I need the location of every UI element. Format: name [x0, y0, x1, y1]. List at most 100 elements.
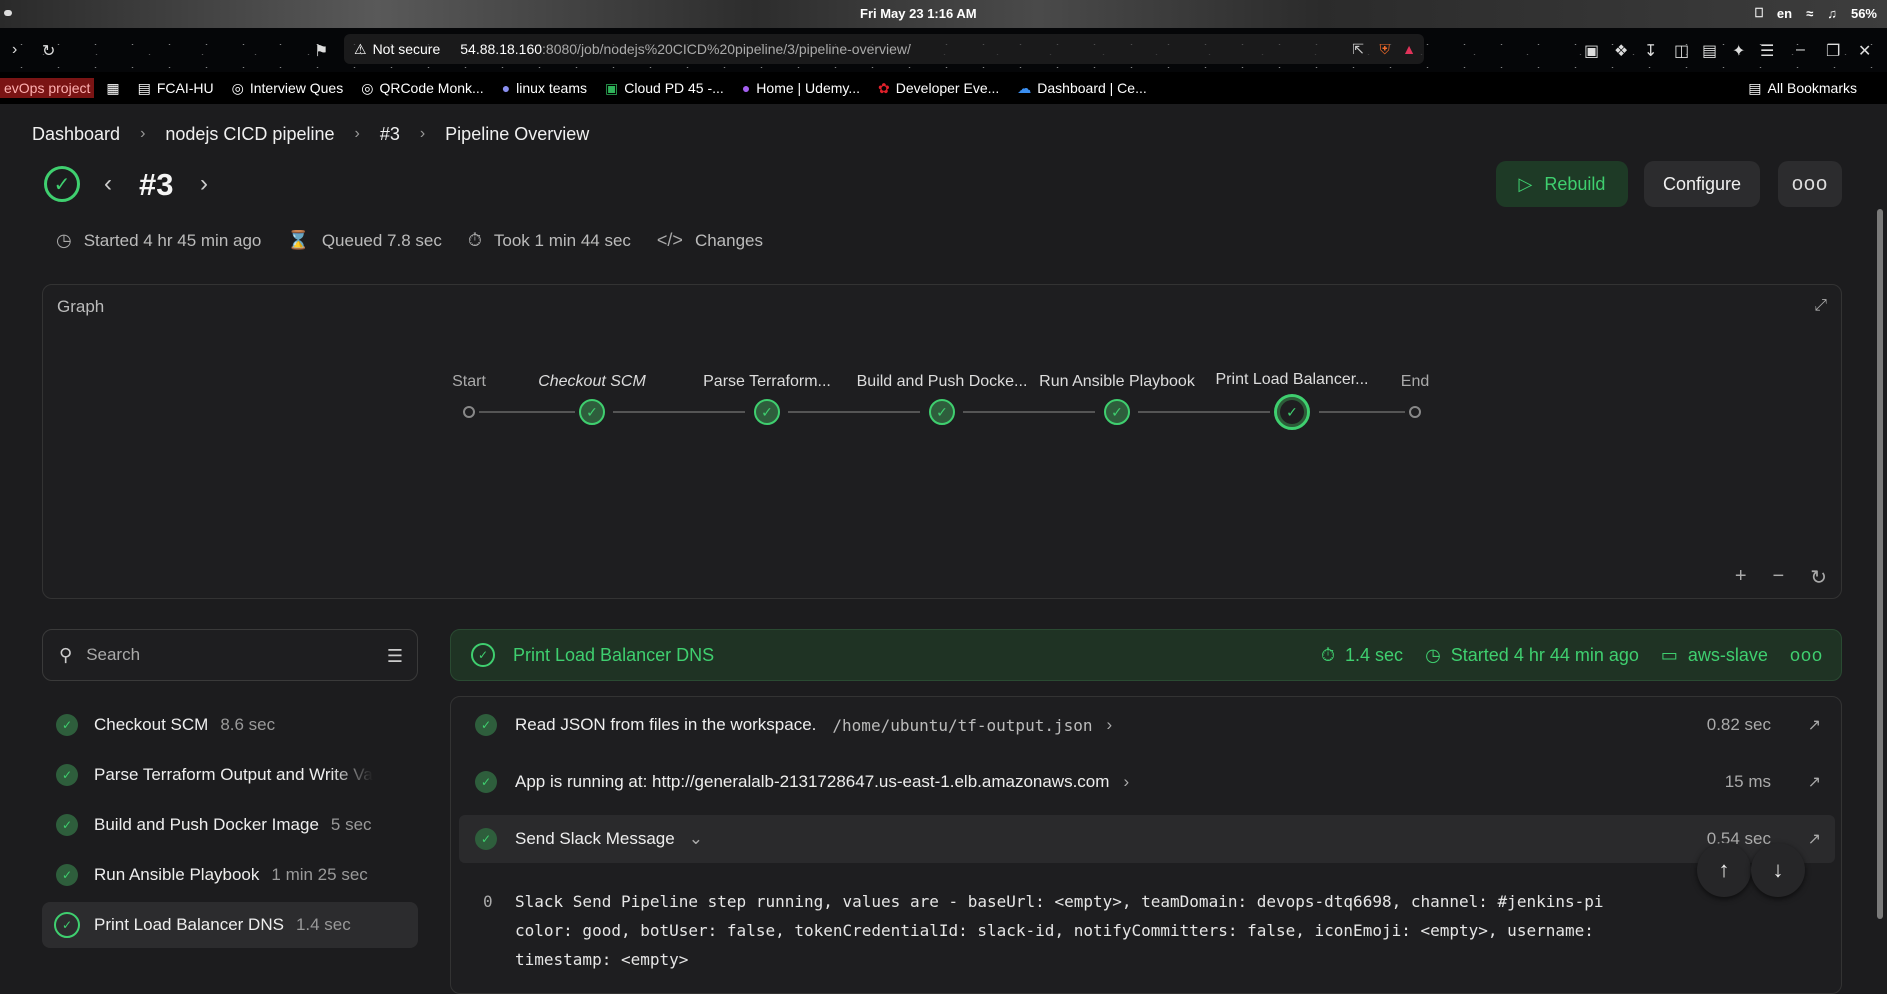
all-bookmarks[interactable]: ▤ All Bookmarks [1748, 80, 1857, 97]
graph-controls: + − ↻ [1735, 565, 1827, 590]
stage-list-item-selected[interactable]: ✓ Print Load Balancer DNS 1.4 sec [42, 902, 418, 948]
code-icon: </> [656, 230, 683, 250]
external-link-icon[interactable]: ↗ [1808, 772, 1821, 792]
not-secure-label[interactable]: Not secure [373, 41, 441, 57]
step-row[interactable]: ✓ Read JSON from files in the workspace.… [459, 701, 1835, 749]
share-icon[interactable]: ⇱ [1352, 41, 1364, 58]
activities-icon[interactable] [4, 10, 12, 16]
stage-detail-title: Print Load Balancer DNS [513, 644, 715, 665]
zoom-in-icon[interactable]: + [1735, 565, 1747, 590]
filter-icon[interactable]: ☰ [387, 646, 403, 667]
bookmark-item[interactable]: evOps project [0, 78, 95, 98]
download-icon[interactable]: ↧ [1644, 41, 1657, 61]
url-path: :8080/job/nodejs%20CICD%20pipeline/3/pip… [542, 41, 911, 57]
pipeline-graph: Graph ⤢ Start Checkout SCM Parse Terrafo… [42, 284, 1842, 599]
wallet-icon[interactable]: ▤ [1702, 41, 1717, 61]
battery-level[interactable]: 56% [1851, 6, 1877, 21]
clock-icon: ◷ [56, 230, 72, 250]
graph-stage-label[interactable]: Checkout SCM [538, 373, 646, 391]
graph-stage-node[interactable]: ✓ [929, 399, 955, 425]
chevron-right-icon: › [419, 125, 426, 142]
expand-icon[interactable]: ⤢ [1814, 297, 1827, 315]
bookmark-icon[interactable]: ⚑ [314, 41, 328, 61]
graph-stage-node[interactable]: ✓ [1104, 399, 1130, 425]
configure-button[interactable]: Configure [1644, 161, 1760, 207]
stage-list-item[interactable]: ✓ Build and Push Docker Image 5 sec [42, 802, 418, 848]
graph-edge [1138, 411, 1270, 413]
brave-rewards-icon[interactable]: ▲ [1402, 41, 1416, 57]
puzzle-icon[interactable]: ❖ [1614, 41, 1628, 61]
forward-icon[interactable]: › [12, 41, 17, 59]
sidebar-icon[interactable]: ◫ [1674, 41, 1689, 61]
bookmark-item[interactable]: ☁ Dashboard | Ce... [1017, 80, 1146, 97]
changes-link[interactable]: </> Changes [657, 230, 763, 251]
log-line: color: good, botUser: false, tokenCreden… [515, 921, 1594, 940]
graph-stage-label[interactable]: Parse Terraform... [703, 373, 831, 391]
scroll-up-button[interactable]: ↑ [1697, 843, 1751, 897]
search-input[interactable] [86, 645, 347, 665]
system-tray[interactable]: ⎕ en ≈ ♫ 56% [1755, 5, 1877, 21]
stage-agent[interactable]: ▭ aws-slave [1661, 645, 1768, 666]
bookmark-item[interactable]: ▤ FCAI-HU [138, 80, 214, 97]
volume-icon[interactable]: ♫ [1827, 6, 1837, 21]
breadcrumb-current[interactable]: Pipeline Overview [445, 124, 589, 145]
close-icon[interactable]: ✕ [1858, 41, 1871, 61]
step-row-expanded[interactable]: ✓ Send Slack Message ⌄ 0.54 sec ↗ [459, 815, 1835, 863]
stage-more-button[interactable]: ooo [1790, 645, 1823, 666]
breadcrumb-job[interactable]: nodejs CICD pipeline [165, 124, 334, 145]
bookmark-item[interactable]: ◎ Interview Ques [232, 80, 344, 97]
restore-icon[interactable]: ❐ [1826, 41, 1840, 61]
bookmark-item[interactable]: ◎ QRCode Monk... [361, 80, 483, 97]
bookmark-item[interactable]: ● linux teams [502, 80, 587, 96]
success-icon: ✓ [56, 864, 78, 886]
breadcrumb-build[interactable]: #3 [380, 124, 400, 145]
graph-end-node [1409, 406, 1421, 418]
graph-stage-node-selected[interactable]: ✓ [1274, 394, 1310, 430]
address-bar[interactable]: ⚠ Not secure 54.88.18.160:8080/job/nodej… [344, 34, 1424, 64]
clipboard-icon[interactable]: ⎕ [1755, 5, 1763, 21]
success-status-icon: ✓ [44, 166, 80, 202]
success-icon: ✓ [475, 828, 497, 850]
chevron-right-icon: › [354, 125, 360, 142]
bookmark-item[interactable]: ✿ Developer Eve... [878, 80, 999, 97]
bookmarks-bar: evOps project ▦ ▤ FCAI-HU ◎ Interview Ques… [0, 72, 1887, 104]
more-options-button[interactable]: ooo [1778, 161, 1842, 207]
next-build-button[interactable]: › [200, 170, 208, 198]
stage-list-item[interactable]: ✓ Parse Terraform Output and Write Va [42, 752, 418, 798]
extension-icon[interactable]: ▣ [1584, 41, 1599, 61]
breadcrumb-dashboard[interactable]: Dashboard [32, 124, 120, 145]
graph-stage-node[interactable]: ✓ [579, 399, 605, 425]
stage-list-item[interactable]: ✓ Checkout SCM 8.6 sec [42, 702, 418, 748]
minimize-icon[interactable]: – [1796, 41, 1805, 59]
graph-stage-node[interactable]: ✓ [754, 399, 780, 425]
external-link-icon[interactable]: ↗ [1808, 715, 1821, 735]
bookmark-item[interactable]: ▣ Cloud PD 45 -... [605, 80, 724, 97]
language-indicator[interactable]: en [1777, 6, 1792, 21]
previous-build-button[interactable]: ‹ [104, 170, 112, 198]
brave-shield-icon[interactable]: ⛨ [1380, 41, 1391, 58]
chevron-right-icon: › [1123, 772, 1130, 791]
wifi-icon[interactable]: ≈ [1806, 6, 1813, 21]
page-scrollbar[interactable] [1873, 104, 1887, 994]
bookmark-item[interactable]: ● Home | Udemy... [742, 80, 860, 96]
rebuild-button[interactable]: ▷ Rebuild [1496, 161, 1628, 207]
udemy-icon: ● [741, 80, 751, 96]
clock[interactable]: Fri May 23 1:16 AM [860, 6, 977, 21]
apps-icon[interactable]: ▦ [106, 80, 119, 97]
globe-icon: ◎ [361, 79, 374, 96]
zoom-out-icon[interactable]: − [1773, 565, 1785, 590]
scrollbar-thumb[interactable] [1877, 209, 1883, 919]
menu-icon[interactable]: ☰ [1760, 41, 1774, 61]
step-row[interactable]: ✓ App is running at: http://generalalb-2… [459, 758, 1835, 806]
graph-stage-label[interactable]: Print Load Balancer... [1216, 371, 1369, 389]
stage-list-item[interactable]: ✓ Run Ansible Playbook 1 min 25 sec [42, 852, 418, 898]
graph-stage-label[interactable]: Run Ansible Playbook [1039, 373, 1195, 391]
url-host: 54.88.18.160 [460, 41, 543, 57]
reload-icon[interactable]: ↻ [42, 41, 55, 61]
globe-icon: ◎ [231, 79, 244, 96]
reset-zoom-icon[interactable]: ↻ [1810, 565, 1827, 590]
leo-icon[interactable]: ✦ [1732, 41, 1745, 61]
external-link-icon[interactable]: ↗ [1808, 829, 1821, 849]
scroll-down-button[interactable]: ↓ [1751, 843, 1805, 897]
graph-stage-label[interactable]: Build and Push Docke... [857, 373, 1028, 391]
